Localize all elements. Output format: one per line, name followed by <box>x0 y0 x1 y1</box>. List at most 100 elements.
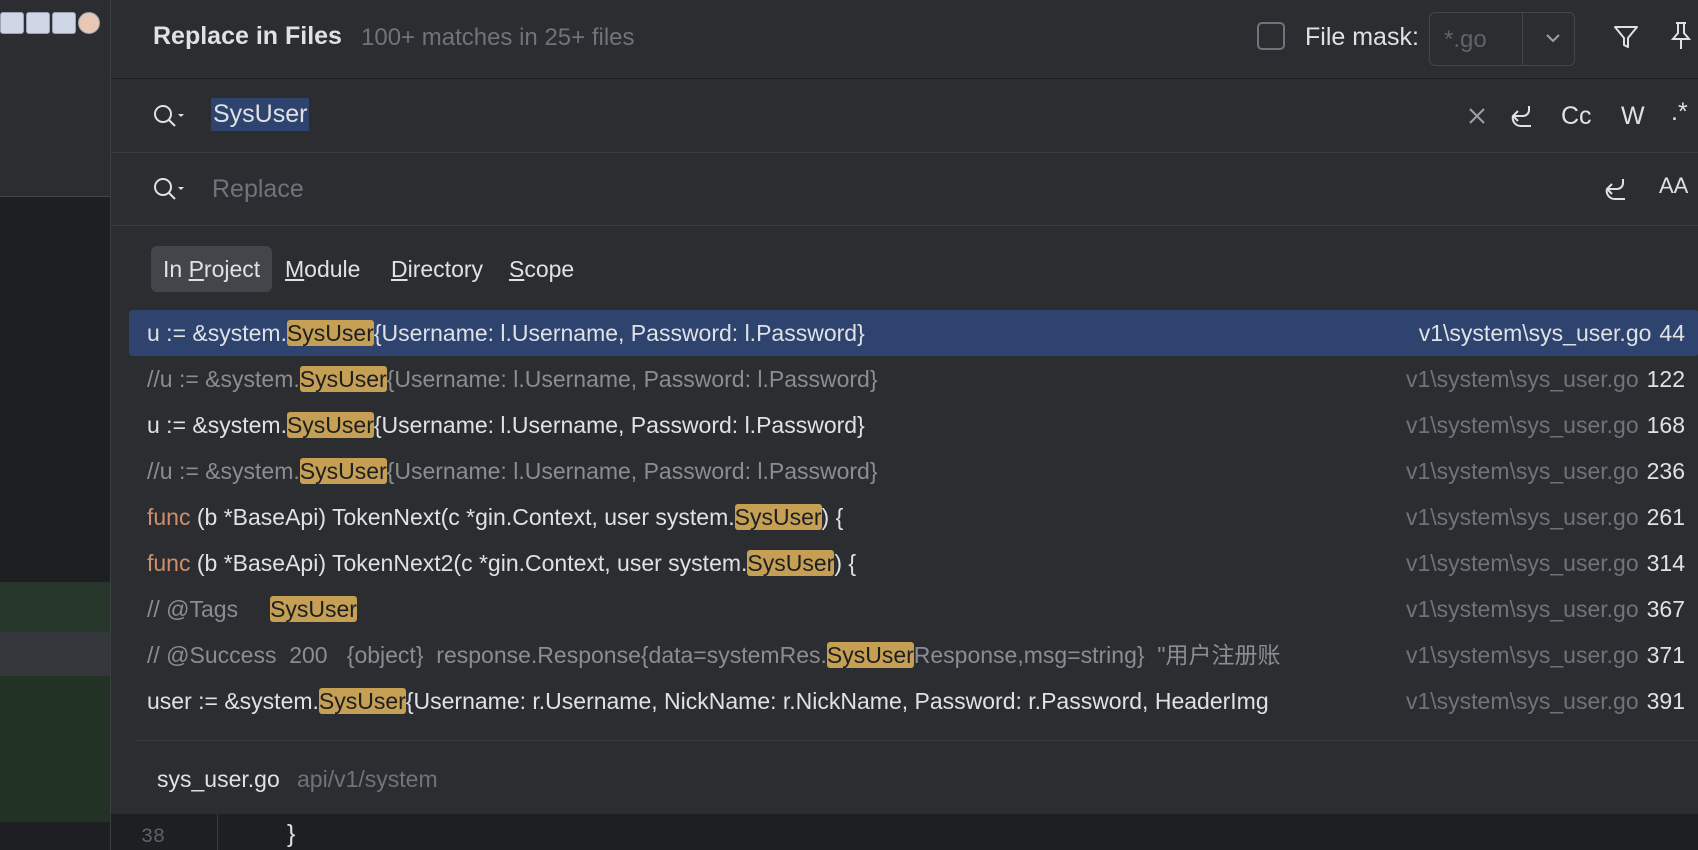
keyword: func <box>147 504 191 530</box>
replace-history-icon[interactable] <box>151 175 187 203</box>
code-text: //u := &system. <box>147 458 300 484</box>
match-case-button[interactable]: Cc <box>1561 102 1592 131</box>
tab-module[interactable]: Module <box>273 246 372 292</box>
code-text: ) { <box>821 504 844 530</box>
new-line-icon[interactable] <box>1507 102 1537 130</box>
result-row[interactable]: u := &system.SysUser{Username: l.Usernam… <box>129 402 1698 448</box>
chevron-down-icon[interactable] <box>1540 25 1566 51</box>
avatar <box>78 12 100 34</box>
result-row[interactable]: // @Tags SysUser v1\system\sys_user.go 36… <box>129 586 1698 632</box>
background-thumbnails <box>0 12 110 38</box>
result-location: v1\system\sys_user.go 391 <box>1406 678 1685 724</box>
result-line-number: 367 <box>1646 596 1685 622</box>
background-editor <box>0 0 110 850</box>
clear-icon[interactable] <box>1467 106 1487 126</box>
result-file-path: v1\system\sys_user.go <box>1405 366 1639 392</box>
result-code: user := &system.SysUser{Username: r.User… <box>147 678 1303 724</box>
result-file-path: v1\system\sys_user.go <box>1405 642 1639 668</box>
code-text: u := &system. <box>147 320 287 346</box>
result-file-path: v1\system\sys_user.go <box>1405 688 1639 714</box>
gutter-divider <box>217 814 218 850</box>
tab-scope[interactable]: Scope <box>497 246 586 292</box>
regex-button[interactable]: .* <box>1671 98 1688 127</box>
code-text: {Username: l.Username, Password: l.Passw… <box>373 320 865 346</box>
preserve-case-button[interactable]: AA <box>1659 173 1688 199</box>
code-text: (b *BaseApi) TokenNext(c *gin.Context, u… <box>190 504 735 530</box>
result-row[interactable]: u := &system.SysUser{Username: l.Usernam… <box>129 310 1698 356</box>
result-code: //u := &system.SysUser{Username: l.Usern… <box>147 356 1303 402</box>
result-line-number: 391 <box>1646 688 1685 714</box>
background-tab-bar <box>0 0 110 113</box>
tab-label: In <box>163 256 189 282</box>
result-file-path: v1\system\sys_user.go <box>1405 504 1639 530</box>
match-highlight: SysUser <box>734 504 822 530</box>
tab-directory[interactable]: Directory <box>379 246 495 292</box>
thumbnail-icon <box>26 12 50 34</box>
result-file-path: v1\system\sys_user.go <box>1405 412 1639 438</box>
result-row[interactable]: // @Success 200 {object} response.Respon… <box>129 632 1698 678</box>
replace-field-row[interactable]: Replace AA <box>111 153 1698 226</box>
code-text: {Username: l.Username, Password: l.Passw… <box>373 412 865 438</box>
preview-code: } <box>287 820 296 848</box>
result-location: v1\system\sys_user.go 122 <box>1406 356 1685 402</box>
match-highlight: SysUser <box>286 412 374 438</box>
preview-file-path: api/v1/system <box>297 766 438 792</box>
match-highlight: SysUser <box>299 458 387 484</box>
result-line-number: 122 <box>1646 366 1685 392</box>
replace-input[interactable]: Replace <box>212 175 304 204</box>
code-text: //u := &system. <box>147 366 300 392</box>
file-mask-value[interactable]: *.go <box>1444 26 1487 54</box>
new-line-icon[interactable] <box>1601 175 1631 203</box>
result-row[interactable]: //u := &system.SysUser{Username: l.Usern… <box>129 356 1698 402</box>
tab-mnemonic: P <box>188 256 204 282</box>
file-mask-label[interactable]: File mask: <box>1305 23 1419 52</box>
dialog-header: Replace in Files 100+ matches in 25+ fil… <box>111 0 1698 79</box>
filter-icon[interactable] <box>1611 22 1641 52</box>
tab-in-project[interactable]: In Project <box>151 246 273 292</box>
match-highlight: SysUser <box>318 688 406 714</box>
result-row[interactable]: user := &system.SysUser{Username: r.User… <box>129 678 1698 724</box>
background-current-line <box>0 632 110 676</box>
thumbnail-icon <box>0 12 24 34</box>
result-file-path: v1\system\sys_user.go <box>1418 320 1652 346</box>
result-location: v1\system\sys_user.go 261 <box>1406 494 1685 540</box>
match-highlight: SysUser <box>299 366 387 392</box>
code-text: u := &system. <box>147 412 287 438</box>
code-text: ) { <box>834 550 857 576</box>
divider <box>1522 13 1523 65</box>
code-text: // @Success 200 {object} response.Respon… <box>147 642 827 668</box>
search-history-icon[interactable] <box>151 102 187 130</box>
whole-words-button[interactable]: W <box>1621 102 1645 131</box>
background-panel <box>0 112 110 197</box>
result-code: u := &system.SysUser{Username: l.Usernam… <box>147 402 1303 448</box>
tab-label: cope <box>524 256 575 282</box>
tab-label: roject <box>203 256 261 282</box>
file-mask-checkbox[interactable] <box>1257 22 1285 50</box>
tab-label: irectory <box>407 256 484 282</box>
result-file-path: v1\system\sys_user.go <box>1405 458 1639 484</box>
code-text: {Username: l.Username, Password: l.Passw… <box>386 458 878 484</box>
result-code: //u := &system.SysUser{Username: l.Usern… <box>147 448 1303 494</box>
keyword: func <box>147 550 191 576</box>
result-code: u := &system.SysUser{Username: l.Usernam… <box>147 310 1303 356</box>
result-code: func (b *BaseApi) TokenNext(c *gin.Conte… <box>147 494 1303 540</box>
result-row[interactable]: func (b *BaseApi) TokenNext(c *gin.Conte… <box>129 494 1698 540</box>
result-line-number: 371 <box>1646 642 1685 668</box>
search-field-row[interactable]: SysUser Cc W .* <box>111 80 1698 153</box>
result-row[interactable]: func (b *BaseApi) TokenNext2(c *gin.Cont… <box>129 540 1698 586</box>
background-diff-added <box>0 582 110 632</box>
match-highlight: SysUser <box>270 596 357 622</box>
result-location: v1\system\sys_user.go 367 <box>1406 586 1685 632</box>
preview-editor[interactable]: 38 } <box>111 814 1698 850</box>
tab-mnemonic: D <box>391 256 408 282</box>
result-location: v1\system\sys_user.go 371 <box>1406 632 1685 678</box>
result-row[interactable]: //u := &system.SysUser{Username: l.Usern… <box>129 448 1698 494</box>
search-input[interactable]: SysUser <box>211 98 310 131</box>
match-highlight: SysUser <box>747 550 835 576</box>
preview-header: sys_user.go api/v1/system <box>111 742 1698 814</box>
file-mask-combobox[interactable]: *.go <box>1429 12 1575 66</box>
scope-tabs: In Project Module Directory Scope <box>111 226 1698 300</box>
pin-icon[interactable] <box>1667 20 1695 52</box>
result-line-number: 236 <box>1646 458 1685 484</box>
result-location: v1\system\sys_user.go 236 <box>1406 448 1685 494</box>
